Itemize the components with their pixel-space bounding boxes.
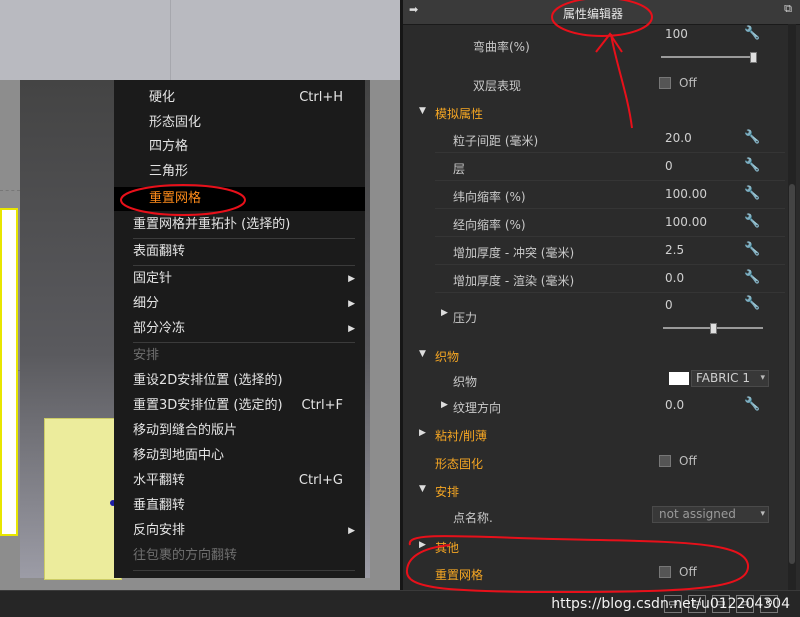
- annotation-overlay: [120, 0, 750, 594]
- annotation-circle-other: [405, 535, 750, 594]
- annotation-arrow-line: [610, 33, 633, 129]
- annotation-circle-title: [551, 0, 653, 37]
- annotation-circle-menu: [120, 184, 246, 216]
